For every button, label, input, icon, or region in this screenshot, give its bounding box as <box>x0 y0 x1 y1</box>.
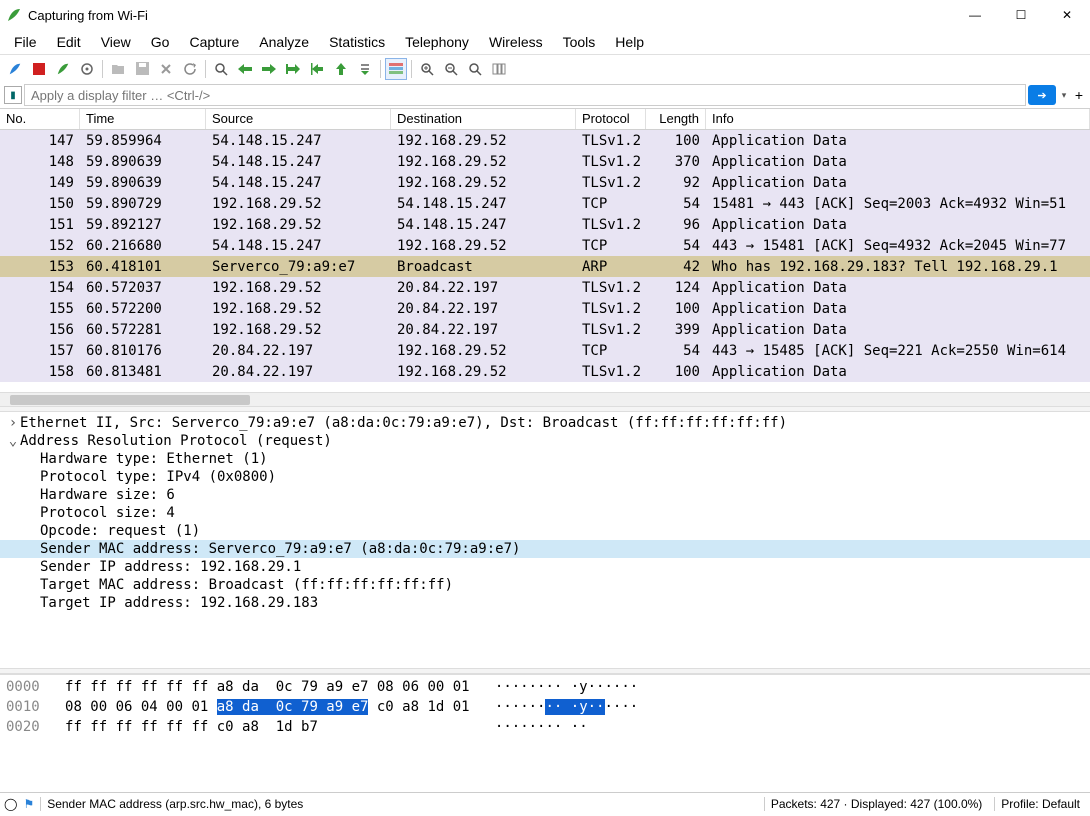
close-file-button[interactable] <box>155 58 177 80</box>
packet-row[interactable]: 15059.890729192.168.29.5254.148.15.247TC… <box>0 193 1090 214</box>
filter-history-dropdown[interactable]: ▾ <box>1058 90 1070 101</box>
reload-button[interactable] <box>179 58 201 80</box>
titlebar: Capturing from Wi-Fi — ☐ ✕ <box>0 0 1090 30</box>
close-button[interactable]: ✕ <box>1044 0 1090 30</box>
zoom-out-button[interactable] <box>440 58 462 80</box>
detail-target-mac[interactable]: Target MAC address: Broadcast (ff:ff:ff:… <box>0 576 1090 594</box>
maximize-button[interactable]: ☐ <box>998 0 1044 30</box>
save-file-button[interactable] <box>131 58 153 80</box>
detail-sender-mac[interactable]: Sender MAC address: Serverco_79:a9:e7 (a… <box>0 540 1090 558</box>
menu-help[interactable]: Help <box>605 32 654 52</box>
menu-go[interactable]: Go <box>141 32 180 52</box>
minimize-button[interactable]: — <box>952 0 998 30</box>
menubar: File Edit View Go Capture Analyze Statis… <box>0 30 1090 54</box>
col-header-destination[interactable]: Destination <box>391 109 576 129</box>
go-forward-button[interactable] <box>258 58 280 80</box>
menu-tools[interactable]: Tools <box>553 32 606 52</box>
hex-line-0[interactable]: 0000 ff ff ff ff ff ff a8 da 0c 79 a9 e7… <box>6 677 1084 697</box>
filter-apply-button[interactable]: ➔ <box>1028 85 1056 105</box>
hex-dump[interactable]: 0000 ff ff ff ff ff ff a8 da 0c 79 a9 e7… <box>0 674 1090 792</box>
colorize-button[interactable] <box>385 58 407 80</box>
detail-arp[interactable]: ⌄Address Resolution Protocol (request) <box>0 432 1090 450</box>
app-logo-icon <box>6 7 22 23</box>
menu-statistics[interactable]: Statistics <box>319 32 395 52</box>
packet-row[interactable]: 14959.89063954.148.15.247192.168.29.52TL… <box>0 172 1090 193</box>
capture-options-button[interactable] <box>76 58 98 80</box>
go-back-button[interactable] <box>234 58 256 80</box>
stop-capture-button[interactable] <box>28 58 50 80</box>
detail-target-ip[interactable]: Target IP address: 192.168.29.183 <box>0 594 1090 612</box>
menu-wireless[interactable]: Wireless <box>479 32 553 52</box>
menu-capture[interactable]: Capture <box>179 32 249 52</box>
goto-last-button[interactable] <box>330 58 352 80</box>
packet-row[interactable]: 15560.572200192.168.29.5220.84.22.197TLS… <box>0 298 1090 319</box>
autoscroll-button[interactable] <box>354 58 376 80</box>
detail-ethernet[interactable]: ›Ethernet II, Src: Serverco_79:a9:e7 (a8… <box>0 414 1090 432</box>
col-header-protocol[interactable]: Protocol <box>576 109 646 129</box>
menu-telephony[interactable]: Telephony <box>395 32 479 52</box>
detail-hw-type[interactable]: Hardware type: Ethernet (1) <box>0 450 1090 468</box>
status-field-info: Sender MAC address (arp.src.hw_mac), 6 b… <box>40 797 309 811</box>
menu-view[interactable]: View <box>91 32 141 52</box>
status-bar: ◯ ⚑ Sender MAC address (arp.src.hw_mac),… <box>0 792 1090 814</box>
hex-line-2[interactable]: 0020 ff ff ff ff ff ff c0 a8 1d b7 ·····… <box>6 717 1084 737</box>
packet-row[interactable]: 15760.81017620.84.22.197192.168.29.52TCP… <box>0 340 1090 361</box>
packet-row[interactable]: 14759.85996454.148.15.247192.168.29.52TL… <box>0 130 1090 151</box>
col-header-no[interactable]: No. <box>0 109 80 129</box>
goto-packet-button[interactable] <box>282 58 304 80</box>
col-header-source[interactable]: Source <box>206 109 391 129</box>
detail-proto-size[interactable]: Protocol size: 4 <box>0 504 1090 522</box>
col-header-time[interactable]: Time <box>80 109 206 129</box>
filter-bar: ▮ ➔ ▾ + <box>0 82 1090 108</box>
packet-list-hscroll[interactable] <box>0 392 1090 406</box>
packet-row[interactable]: 15660.572281192.168.29.5220.84.22.197TLS… <box>0 319 1090 340</box>
toolbar <box>0 54 1090 82</box>
packet-row[interactable]: 14859.89063954.148.15.247192.168.29.52TL… <box>0 151 1090 172</box>
detail-hw-size[interactable]: Hardware size: 6 <box>0 486 1090 504</box>
open-file-button[interactable] <box>107 58 129 80</box>
scrollbar-thumb[interactable] <box>10 395 250 405</box>
find-packet-button[interactable] <box>210 58 232 80</box>
hex-line-1[interactable]: 0010 08 00 06 04 00 01 a8 da 0c 79 a9 e7… <box>6 697 1084 717</box>
packet-details[interactable]: ›Ethernet II, Src: Serverco_79:a9:e7 (a8… <box>0 412 1090 668</box>
zoom-in-button[interactable] <box>416 58 438 80</box>
display-filter-input[interactable] <box>24 84 1026 106</box>
col-header-info[interactable]: Info <box>706 109 1090 129</box>
menu-analyze[interactable]: Analyze <box>249 32 319 52</box>
packet-row[interactable]: 15360.418101Serverco_79:a9:e7BroadcastAR… <box>0 256 1090 277</box>
goto-first-button[interactable] <box>306 58 328 80</box>
restart-capture-button[interactable] <box>52 58 74 80</box>
window-title: Capturing from Wi-Fi <box>28 8 952 23</box>
start-capture-button[interactable] <box>4 58 26 80</box>
packet-row[interactable]: 15260.21668054.148.15.247192.168.29.52TC… <box>0 235 1090 256</box>
packet-row[interactable]: 15860.81348120.84.22.197192.168.29.52TLS… <box>0 361 1090 382</box>
packet-row[interactable]: 15159.892127192.168.29.5254.148.15.247TL… <box>0 214 1090 235</box>
detail-sender-ip[interactable]: Sender IP address: 192.168.29.1 <box>0 558 1090 576</box>
packet-list-header[interactable]: No. Time Source Destination Protocol Len… <box>0 108 1090 130</box>
expand-icon[interactable]: › <box>6 415 20 431</box>
zoom-100-button[interactable] <box>464 58 486 80</box>
filter-bookmark-button[interactable]: ▮ <box>4 86 22 104</box>
col-header-length[interactable]: Length <box>646 109 706 129</box>
detail-proto-type[interactable]: Protocol type: IPv4 (0x0800) <box>0 468 1090 486</box>
collapse-icon[interactable]: ⌄ <box>6 433 20 449</box>
status-capture-icon: ◯ <box>4 797 17 811</box>
menu-file[interactable]: File <box>4 32 47 52</box>
resize-columns-button[interactable] <box>488 58 510 80</box>
status-profile[interactable]: Profile: Default <box>994 797 1086 811</box>
detail-opcode[interactable]: Opcode: request (1) <box>0 522 1090 540</box>
menu-edit[interactable]: Edit <box>47 32 91 52</box>
status-packet-counts: Packets: 427 · Displayed: 427 (100.0%) <box>764 797 988 811</box>
packet-list[interactable]: 14759.85996454.148.15.247192.168.29.52TL… <box>0 130 1090 392</box>
packet-row[interactable]: 15460.572037192.168.29.5220.84.22.197TLS… <box>0 277 1090 298</box>
filter-add-button[interactable]: + <box>1072 87 1086 103</box>
status-expert-icon[interactable]: ⚑ <box>23 797 34 811</box>
